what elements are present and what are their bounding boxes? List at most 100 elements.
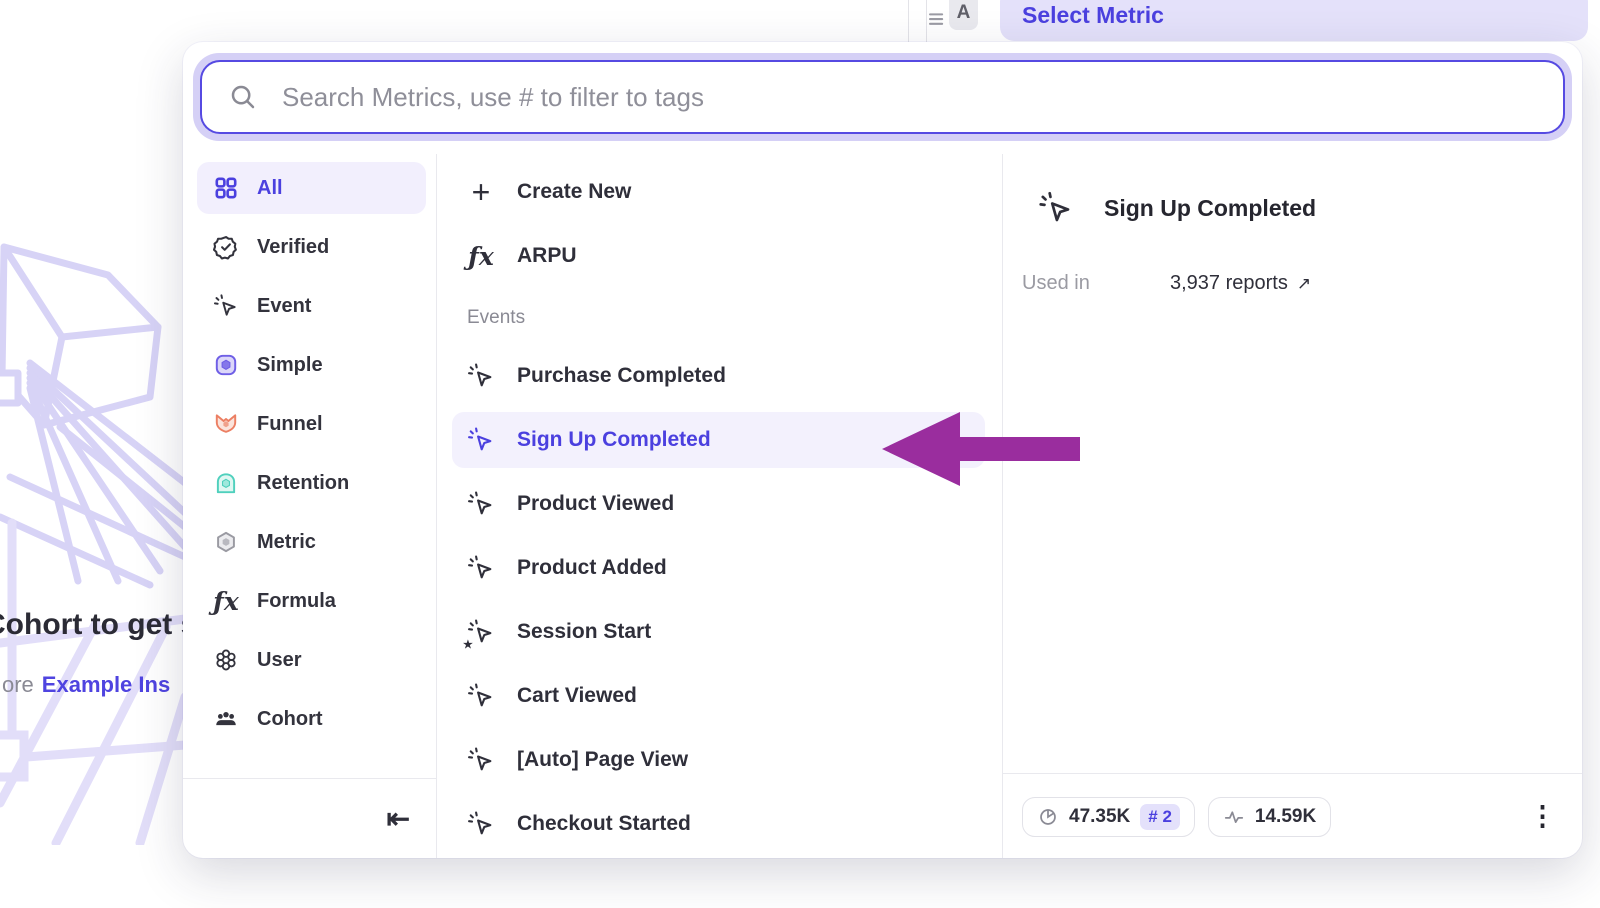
background-headline: Cohort to get s (0, 608, 197, 642)
list-item-product-added[interactable]: Product Added (452, 540, 994, 596)
funnel-icon (213, 411, 239, 437)
sidebar-item-all[interactable]: All (197, 162, 426, 214)
sidebar-item-label: Metric (257, 531, 316, 554)
used-in-value: 3,937 reports (1170, 272, 1288, 295)
list-item-label: Checkout Started (517, 812, 691, 836)
event-cursor-icon (467, 810, 495, 838)
list-item-cart-viewed[interactable]: Cart Viewed (452, 668, 994, 724)
select-metric-button[interactable]: Select Metric (1000, 0, 1588, 41)
event-cursor-icon (1038, 190, 1074, 226)
sidebar-item-metric[interactable]: Metric (197, 516, 426, 568)
sidebar-item-retention[interactable]: Retention (197, 457, 426, 509)
sidebar-item-funnel[interactable]: Funnel (197, 398, 426, 450)
metric-letter-badge: A (949, 0, 978, 30)
search-focus-ring (193, 53, 1572, 141)
list-item-purchase-completed[interactable]: Purchase Completed (452, 348, 994, 404)
wireframe-illustration (0, 225, 186, 845)
sidebar-item-label: Event (257, 295, 311, 318)
list-item-label: Sign Up Completed (517, 428, 711, 452)
detail-footer: 47.35K # 2 14.59K ⋮ (1003, 773, 1582, 858)
sidebar-item-label: All (257, 177, 283, 200)
annotation-arrow (878, 408, 1082, 490)
sidebar-item-formula[interactable]: ƒx Formula (197, 575, 426, 627)
search-box[interactable] (200, 60, 1565, 134)
drag-handle-icon[interactable] (929, 10, 946, 33)
metric-hexagon-icon (213, 529, 239, 555)
sidebar-item-event[interactable]: Event (197, 280, 426, 332)
sidebar-item-label: Formula (257, 590, 336, 613)
list-item-session-start[interactable]: ★ Session Start (452, 604, 994, 660)
sidebar-item-label: Simple (257, 354, 323, 377)
events-section-header: Events (452, 298, 994, 338)
background-link-line: ore Example Ins (2, 672, 170, 698)
used-in-row: Used in 3,937 reports ↗ (1022, 272, 1562, 295)
sidebar-item-label: Cohort (257, 708, 323, 731)
list-item-label: Session Start (517, 620, 651, 644)
used-in-reports-link[interactable]: 3,937 reports ↗ (1170, 272, 1311, 295)
external-link-arrow-icon: ↗ (1297, 274, 1311, 294)
list-item-label: Cart Viewed (517, 684, 637, 708)
list-item-checkout-started[interactable]: Checkout Started (452, 796, 994, 852)
more-options-button[interactable]: ⋮ (1529, 803, 1556, 830)
list-item-label: Product Viewed (517, 492, 674, 516)
metric-detail-panel: Sign Up Completed Used in 3,937 reports … (1003, 154, 1582, 858)
stat-pill-activity[interactable]: 14.59K (1208, 797, 1331, 837)
retention-icon (213, 470, 239, 496)
list-item-label: Product Added (517, 556, 667, 580)
list-item-label: [Auto] Page View (517, 748, 688, 772)
detail-title: Sign Up Completed (1104, 195, 1316, 222)
stat-value: 14.59K (1255, 806, 1316, 828)
detail-header: Sign Up Completed (1022, 190, 1562, 226)
event-cursor-icon (467, 682, 495, 710)
event-cursor-icon (467, 554, 495, 582)
list-item-label: Create New (517, 180, 631, 204)
list-item-label: Purchase Completed (517, 364, 726, 388)
list-item-label: ARPU (517, 244, 577, 268)
example-insights-link[interactable]: Example Ins (42, 672, 170, 697)
category-sidebar: All Verified Event Simple Funnel (183, 154, 437, 858)
stat-value: 47.35K (1069, 806, 1130, 828)
list-item-auto-page-view[interactable]: [Auto] Page View (452, 732, 994, 788)
sidebar-item-verified[interactable]: Verified (197, 221, 426, 273)
event-cursor-icon (213, 293, 239, 319)
formula-icon: ƒx (213, 588, 239, 614)
rank-badge: # 2 (1140, 804, 1180, 830)
dialog-columns: All Verified Event Simple Funnel (183, 154, 1582, 858)
cohort-icon (213, 706, 239, 732)
sidebar-footer: ⇤ (183, 778, 436, 858)
plus-icon: + (467, 178, 495, 206)
used-in-label: Used in (1022, 272, 1170, 295)
select-metric-label: Select Metric (1022, 2, 1164, 29)
sidebar-item-label: Funnel (257, 413, 323, 436)
sidebar-item-user[interactable]: User (197, 634, 426, 686)
event-cursor-icon (467, 490, 495, 518)
background-link-prefix: ore (2, 672, 34, 697)
simple-metric-icon (213, 352, 239, 378)
pie-chart-icon (1037, 806, 1059, 828)
star-glyph: ★ (463, 638, 473, 651)
search-input[interactable] (280, 81, 1537, 114)
grid-icon (213, 175, 239, 201)
metric-list: + Create New ƒx ARPU Events Purchase Com… (437, 154, 1003, 858)
activity-icon (1223, 806, 1245, 828)
sidebar-item-cohort[interactable]: Cohort (197, 693, 426, 745)
event-cursor-star-icon: ★ (467, 618, 495, 646)
verified-badge-icon (213, 234, 239, 260)
metric-picker-screen: Cohort to get s ore Example Ins A Select … (0, 0, 1600, 908)
event-cursor-icon (467, 746, 495, 774)
list-item-arpu[interactable]: ƒx ARPU (452, 228, 994, 284)
event-cursor-icon (467, 362, 495, 390)
stat-pill-total[interactable]: 47.35K # 2 (1022, 797, 1195, 837)
event-cursor-icon (467, 426, 495, 454)
sidebar-item-label: Retention (257, 472, 349, 495)
formula-icon: ƒx (467, 242, 495, 270)
sidebar-item-label: Verified (257, 236, 329, 259)
panel-divider (926, 0, 927, 42)
sidebar-item-label: User (257, 649, 301, 672)
create-new-button[interactable]: + Create New (452, 164, 994, 220)
user-icon (213, 647, 239, 673)
collapse-sidebar-button[interactable]: ⇤ (387, 805, 410, 833)
search-icon (228, 82, 258, 112)
sidebar-item-simple[interactable]: Simple (197, 339, 426, 391)
panel-divider (908, 0, 909, 42)
